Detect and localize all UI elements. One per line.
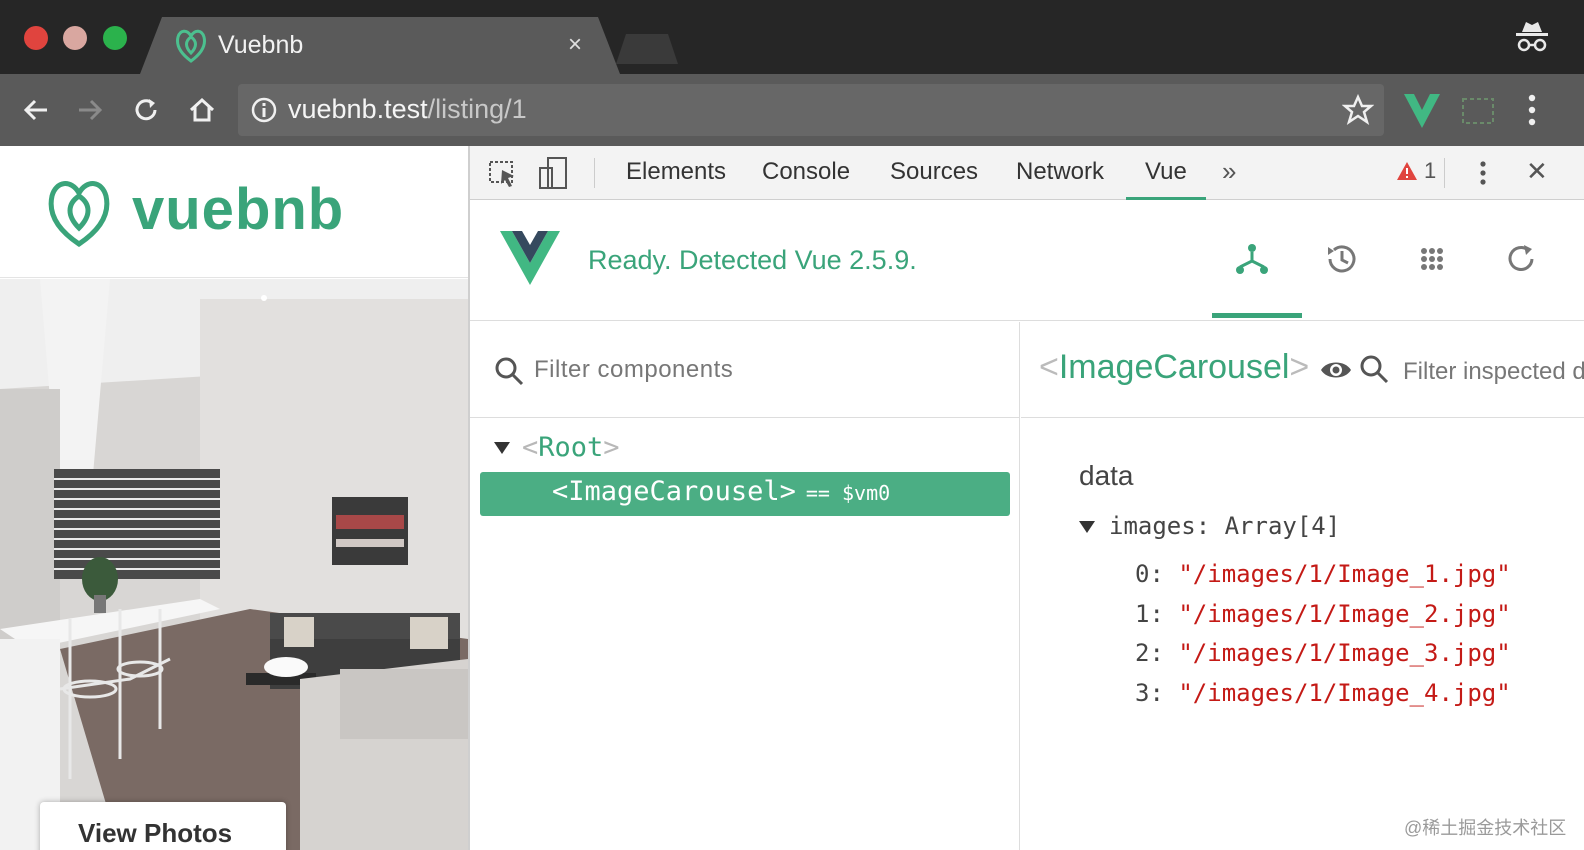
view-photos-label: View Photos [78,818,233,848]
url-host: vuebnb.test [288,94,428,124]
warning-counter[interactable]: 1 [1396,158,1436,184]
filter-components-input[interactable] [534,350,994,390]
array-item: 2: "/images/1/Image_3.jpg" [1135,639,1511,667]
devtools-menu-icon[interactable] [1466,156,1500,190]
info-icon[interactable] [250,96,278,124]
components-pane: <Root> <ImageCarousel>== $vm0 [470,322,1020,850]
history-tab-icon[interactable] [1322,239,1362,279]
url-text: vuebnb.test/listing/1 [288,94,527,125]
array-item: 0: "/images/1/Image_1.jpg" [1135,560,1511,588]
vuebnb-logo-icon[interactable] [44,176,114,248]
tab-close-icon[interactable]: × [568,31,582,59]
tree-node-root[interactable]: <Root> [480,428,1010,472]
new-tab-button[interactable] [616,34,678,64]
inspector-pane: <ImageCarousel> data images: Array[4] 0:… [1021,322,1584,850]
view-photos-button[interactable]: View Photos [40,802,286,850]
vm-reference: == $vm0 [805,481,891,505]
component-search-row [470,322,1019,418]
site-logo-text[interactable]: vuebnb [132,176,344,243]
inspector-header: <ImageCarousel> [1021,322,1584,418]
search-icon [1360,355,1389,384]
url-path: /listing/1 [427,94,527,124]
tab-title: Vuebnb [218,31,304,59]
tab-elements[interactable]: Elements [626,158,726,186]
components-tab-icon[interactable] [1232,239,1272,279]
browser-menu-icon[interactable] [1514,90,1550,130]
web-page: vuebnb View Photos [0,146,468,850]
close-window-button[interactable] [24,26,48,50]
prop-name: images: [1109,512,1211,540]
tab-network[interactable]: Network [1016,158,1104,186]
vuebnb-favicon-icon [176,29,206,63]
reload-icon [135,99,157,121]
expand-arrow-icon[interactable] [494,442,510,454]
back-arrow-icon [23,99,47,121]
back-button[interactable] [14,88,58,132]
vue-devtools-header: Ready. Detected Vue 2.5.9. [470,201,1584,321]
refresh-icon[interactable] [1502,239,1542,279]
inspect-dom-eye-icon[interactable] [1319,358,1353,382]
browser-tab[interactable]: Vuebnb × [140,17,620,74]
cast-extension-icon[interactable] [1460,96,1496,126]
filter-inspected-data-input[interactable] [1403,352,1584,392]
tree-node-label: <ImageCarousel> == $vm0 [552,476,891,507]
forward-button[interactable] [68,88,112,132]
toolbar-divider [1444,158,1445,188]
maximize-window-button[interactable] [103,26,127,50]
reload-button[interactable] [124,88,168,132]
more-tabs-button[interactable]: » [1222,156,1236,187]
home-button[interactable] [180,88,224,132]
vuex-tab-icon[interactable] [1412,239,1452,279]
images-property-row[interactable]: images: Array[4] [1079,512,1340,540]
warning-icon [1397,162,1417,180]
tree-node-imagecarousel[interactable]: <ImageCarousel> == $vm0 [480,472,1010,516]
inspect-element-icon[interactable] [486,156,520,190]
vue-active-tab-indicator [1212,313,1302,318]
active-tab-indicator [1126,197,1206,200]
inspected-component-name: <ImageCarousel> [1039,348,1310,386]
search-icon [495,357,524,386]
data-section-title: data [1079,460,1134,491]
tree-node-label: <Root> [522,432,620,463]
minimize-window-button[interactable] [63,26,87,50]
watermark-text: @稀土掘金技术社区 [1404,818,1567,838]
address-bar[interactable]: vuebnb.test/listing/1 [238,84,1384,136]
devtools-panel: Elements Console Sources Network Vue » 1… [468,146,1584,850]
collapse-arrow-icon[interactable] [1079,521,1095,533]
forward-arrow-icon [79,99,103,121]
tab-console[interactable]: Console [762,158,850,186]
device-toolbar-icon[interactable] [536,156,570,190]
vue-status-text: Ready. Detected Vue 2.5.9. [588,245,917,275]
listing-hero-image [0,279,468,850]
toolbar-divider [594,158,595,188]
vue-logo-icon [500,231,560,285]
warning-count: 1 [1424,158,1437,183]
browser-titlebar: Vuebnb × [0,0,1584,74]
close-devtools-icon[interactable]: ✕ [1526,156,1548,187]
home-icon [189,97,215,122]
vue-devtools-extension-icon[interactable] [1402,92,1442,130]
tab-sources[interactable]: Sources [890,158,978,186]
array-item: 1: "/images/1/Image_2.jpg" [1135,600,1511,628]
tab-vue[interactable]: Vue [1145,158,1187,186]
array-item: 3: "/images/1/Image_4.jpg" [1135,679,1511,707]
site-header: vuebnb [0,146,468,278]
devtools-tabbar: Elements Console Sources Network Vue » 1… [470,146,1584,200]
browser-toolbar: vuebnb.test/listing/1 [0,74,1584,146]
prop-type: Array[4] [1224,512,1341,540]
incognito-icon [1516,22,1548,52]
bookmark-star-icon[interactable] [1342,94,1374,126]
